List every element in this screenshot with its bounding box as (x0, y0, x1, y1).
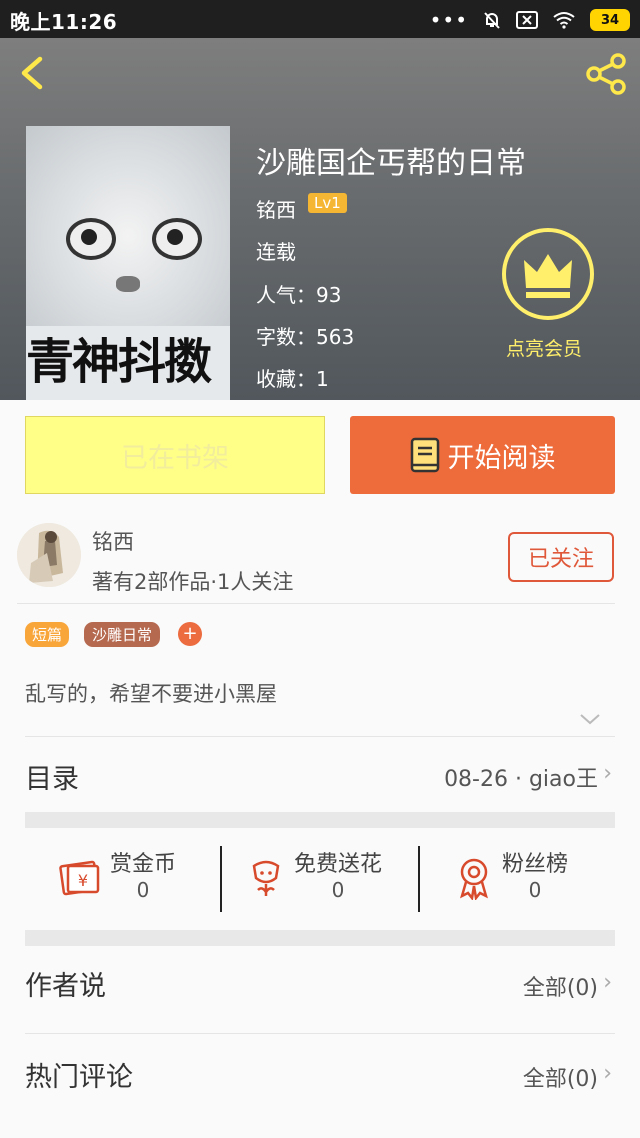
author-says-label[interactable]: 作者说 (25, 964, 106, 1003)
divider (220, 846, 222, 912)
hot-comments-label[interactable]: 热门评论 (25, 1055, 133, 1094)
divider (418, 846, 420, 912)
mute-bell-icon (484, 12, 500, 29)
start-reading-label: 开始阅读 (447, 442, 556, 474)
chevron-right-icon[interactable]: › (603, 1061, 612, 1086)
share-icon[interactable] (584, 52, 628, 96)
section-separator (25, 812, 615, 828)
tag-genre[interactable]: 沙雕日常 (84, 622, 161, 647)
chevron-right-icon[interactable]: › (603, 970, 612, 995)
more-dots-icon: ••• (429, 8, 468, 32)
reward-flowers[interactable]: 免费送花 0 (246, 846, 382, 912)
author-name[interactable]: 铭西 (92, 526, 134, 556)
reward-coins[interactable]: ¥ 赏金币 0 (58, 846, 176, 912)
favorites-stat: 收藏：1 (256, 367, 329, 391)
chevron-down-icon[interactable] (578, 712, 602, 726)
author-says-all[interactable]: 全部(0) (523, 970, 598, 1002)
vip-button[interactable] (502, 228, 594, 320)
toc-label[interactable]: 目录 (25, 757, 79, 796)
book-cover[interactable]: 青神抖擞 (26, 126, 230, 400)
word-count-stat: 字数：563 (256, 325, 355, 349)
serial-status: 连载 (256, 240, 296, 264)
book-author[interactable]: 铭西 (256, 194, 296, 223)
reward-fans-count: 0 (528, 878, 542, 902)
book-description: 乱写的，希望不要进小黑屋 (25, 682, 277, 706)
svg-text:¥: ¥ (78, 871, 88, 890)
popularity-stat: 人气：93 (256, 283, 342, 307)
toc-latest-chapter[interactable]: 08-26 · giao王 (444, 761, 598, 793)
reward-coins-label: 赏金币 (110, 852, 177, 877)
crown-icon (524, 254, 572, 298)
sim-off-icon (516, 11, 538, 29)
author-level-badge: Lv1 (308, 193, 347, 213)
tag-short[interactable]: 短篇 (25, 622, 70, 647)
flower-icon (252, 860, 280, 896)
section-separator (25, 930, 615, 946)
hot-comments-all[interactable]: 全部(0) (523, 1061, 598, 1093)
follow-button[interactable]: 已关注 (508, 532, 614, 582)
status-bar: 晚上11:26 ••• 34 (0, 0, 640, 38)
reward-coins-count: 0 (136, 878, 150, 902)
vip-label[interactable]: 点亮会员 (506, 334, 582, 361)
wifi-icon (553, 12, 575, 29)
start-reading-button[interactable]: 开始阅读 (350, 416, 615, 494)
avatar-illustration (17, 523, 81, 587)
divider (17, 603, 615, 604)
reward-flowers-label: 免费送花 (294, 852, 383, 877)
reward-fans[interactable]: 粉丝榜 0 (454, 846, 568, 912)
status-icons: ••• 34 (430, 8, 630, 32)
add-tag-button[interactable]: + (178, 622, 202, 646)
chevron-right-icon[interactable]: › (603, 761, 612, 786)
on-shelf-button[interactable]: 已在书架 (25, 416, 325, 494)
reward-flowers-count: 0 (331, 878, 345, 902)
medal-icon (460, 858, 488, 900)
red-envelope-icon: ¥ (59, 860, 100, 896)
author-meta: 著有2部作品·1人关注 (92, 570, 294, 594)
divider (25, 736, 615, 737)
cover-cat-image (26, 126, 230, 326)
follow-label: 已关注 (527, 547, 594, 572)
author-avatar[interactable] (17, 523, 81, 587)
divider (25, 1033, 615, 1034)
book-title: 沙雕国企丐帮的日常 (256, 146, 526, 181)
battery-icon: 34 (590, 9, 630, 31)
on-shelf-label: 已在书架 (121, 442, 229, 474)
book-icon (410, 437, 439, 473)
status-time: 晚上11:26 (10, 10, 118, 34)
back-icon[interactable] (16, 56, 50, 90)
reward-fans-label: 粉丝榜 (502, 852, 569, 877)
cover-text: 青神抖擞 (26, 334, 212, 390)
